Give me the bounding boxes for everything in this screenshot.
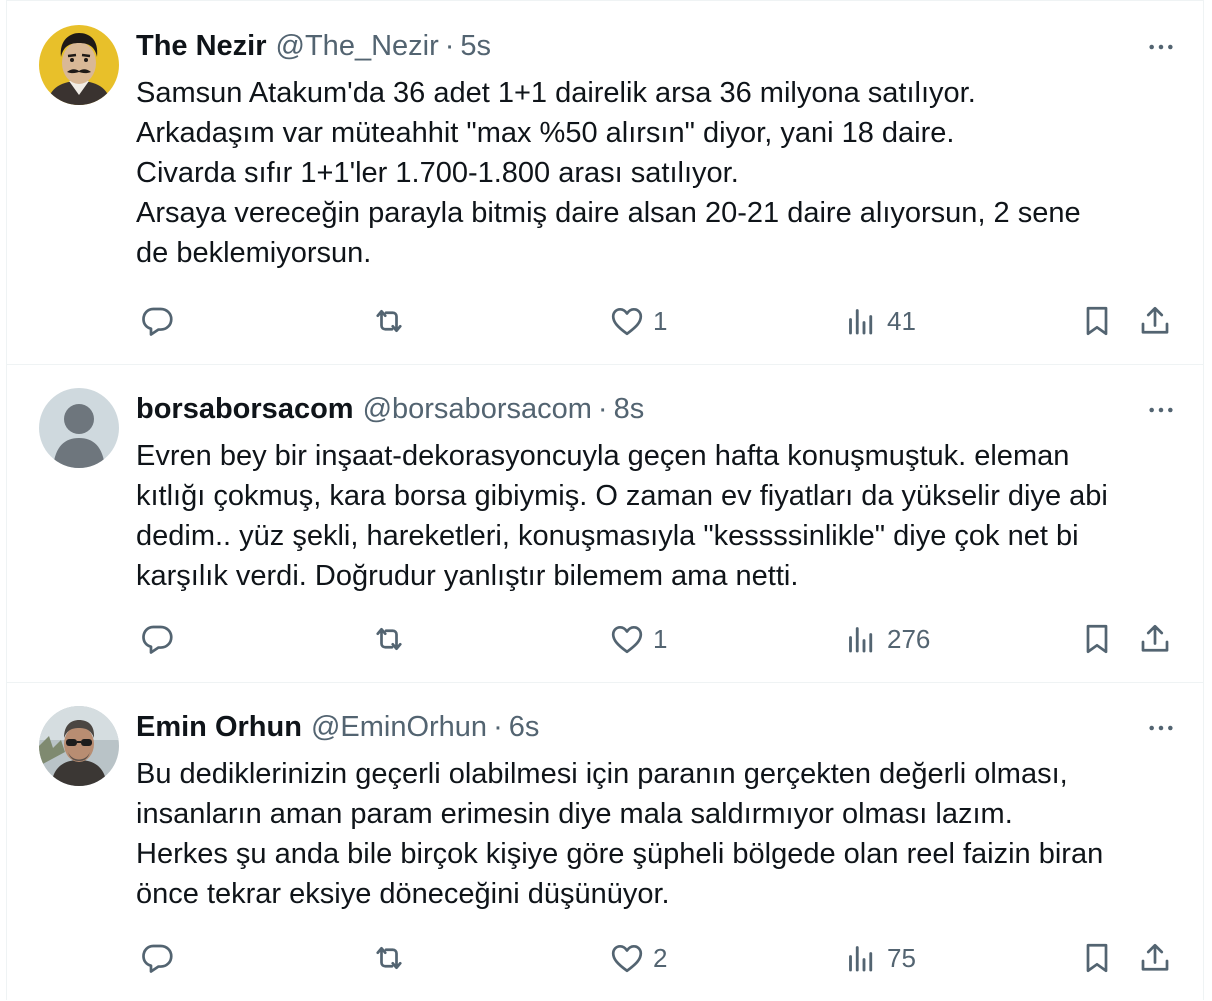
timeline: The Nezir @The_Nezir · 5s Samsun Atakum'… — [6, 0, 1204, 1000]
bookmark-button[interactable] — [1079, 299, 1115, 343]
share-button[interactable] — [1137, 936, 1173, 980]
timestamp[interactable]: 5s — [460, 30, 491, 63]
share-icon — [1141, 943, 1169, 971]
view-count: 75 — [887, 942, 916, 973]
tweet-text: Samsun Atakum'da 36 adet 1+1 dairelik ar… — [136, 77, 1081, 269]
like-button[interactable]: 1 — [609, 617, 667, 661]
tweet-header: Emin Orhun @EminOrhun · 6s — [136, 706, 539, 748]
views-button[interactable]: 75 — [843, 936, 916, 980]
heart-icon — [611, 625, 643, 654]
separator: · — [444, 29, 455, 62]
view-count: 276 — [887, 623, 931, 654]
reply-icon — [142, 944, 173, 973]
tweet-text: Evren bey bir inşaat-dekorasyoncuyla geç… — [136, 440, 1108, 592]
user-handle[interactable]: @EminOrhun — [311, 711, 487, 744]
tweet-header: borsaborsacom @borsaborsacom · 8s — [136, 388, 644, 430]
reply-button[interactable] — [139, 936, 183, 980]
user-handle[interactable]: @borsaborsacom — [363, 393, 592, 426]
reply-button[interactable] — [139, 617, 183, 661]
retweet-button[interactable] — [371, 299, 415, 343]
tweet-actions: 1 276 — [135, 617, 1183, 661]
views-button[interactable]: 276 — [843, 617, 930, 661]
like-button[interactable]: 2 — [609, 936, 667, 980]
display-name[interactable]: The Nezir — [136, 30, 267, 63]
like-count: 1 — [653, 305, 668, 336]
tweet[interactable]: borsaborsacom @borsaborsacom · 8s Evren … — [7, 364, 1203, 683]
more-options-icon[interactable] — [1141, 394, 1181, 426]
separator: · — [493, 710, 503, 743]
avatar[interactable] — [39, 25, 119, 105]
like-count: 2 — [653, 942, 668, 973]
separator: · — [597, 392, 608, 425]
reply-icon — [142, 625, 173, 654]
display-name[interactable]: Emin Orhun — [136, 711, 302, 744]
tweet-actions: 2 75 — [135, 936, 1183, 980]
tweet-header: The Nezir @The_Nezir · 5s — [136, 25, 491, 67]
share-button[interactable] — [1137, 299, 1173, 343]
bookmark-icon — [1086, 943, 1108, 973]
share-icon — [1141, 624, 1169, 652]
retweet-icon — [376, 627, 402, 651]
views-chart-icon — [849, 309, 873, 335]
retweet-button[interactable] — [371, 936, 415, 980]
avatar[interactable] — [39, 706, 119, 786]
timestamp[interactable]: 8s — [614, 393, 645, 426]
tweet[interactable]: Emin Orhun @EminOrhun · 6s Bu dediklerin… — [7, 682, 1203, 1001]
heart-icon — [611, 944, 643, 973]
tweet-text: Bu dediklerinizin geçerli olabilmesi içi… — [136, 758, 1104, 910]
tweet-actions: 1 41 — [135, 299, 1183, 343]
timestamp[interactable]: 6s — [509, 711, 540, 744]
retweet-icon — [376, 946, 402, 970]
share-button[interactable] — [1137, 617, 1173, 661]
like-button[interactable]: 1 — [609, 299, 667, 343]
bookmark-button[interactable] — [1079, 617, 1115, 661]
bookmark-icon — [1086, 306, 1108, 336]
more-options-icon[interactable] — [1141, 712, 1181, 744]
view-count: 41 — [887, 305, 916, 336]
like-count: 1 — [653, 623, 668, 654]
reply-button[interactable] — [139, 299, 183, 343]
more-options-icon[interactable] — [1141, 31, 1181, 63]
views-chart-icon — [849, 946, 873, 972]
user-handle[interactable]: @The_Nezir — [276, 30, 439, 63]
reply-icon — [142, 307, 173, 336]
views-chart-icon — [849, 627, 873, 653]
avatar[interactable] — [39, 388, 119, 468]
views-button[interactable]: 41 — [843, 299, 916, 343]
bookmark-button[interactable] — [1079, 936, 1115, 980]
share-icon — [1141, 306, 1169, 334]
retweet-button[interactable] — [371, 617, 415, 661]
retweet-icon — [376, 309, 402, 333]
heart-icon — [611, 307, 643, 336]
tweet[interactable]: The Nezir @The_Nezir · 5s Samsun Atakum'… — [7, 1, 1203, 365]
bookmark-icon — [1086, 624, 1108, 654]
display-name[interactable]: borsaborsacom — [136, 393, 354, 426]
